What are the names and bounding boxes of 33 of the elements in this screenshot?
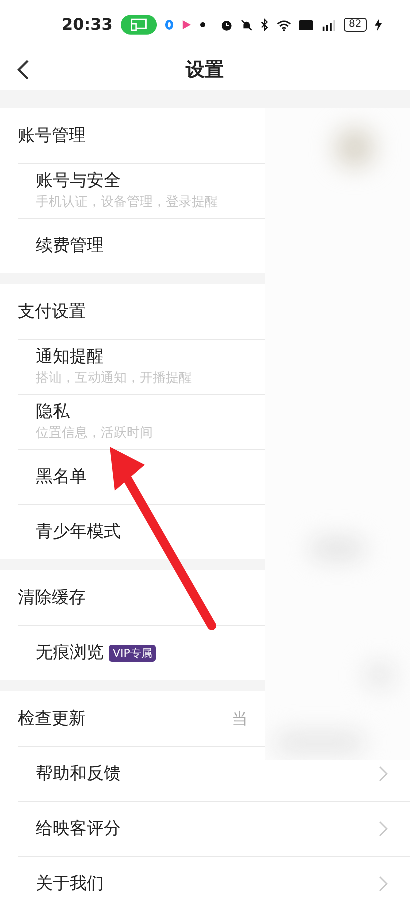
clock-time: 20:33 (62, 14, 113, 36)
wifi-icon (276, 18, 292, 32)
page-title: 设置 (186, 58, 224, 83)
row-subtitle: 搭讪，互动通知，开播提醒 (36, 370, 193, 388)
row-subtitle: 位置信息，活跃时间 (36, 425, 154, 443)
app-icon (164, 19, 174, 31)
charging-icon (374, 18, 382, 32)
version-text: 当 (232, 708, 248, 730)
row-title: 检查更新 (18, 708, 86, 730)
screen-cast-icon (120, 14, 157, 36)
row-title: 关于我们 (36, 873, 104, 895)
row-title: 通知提醒 (36, 346, 104, 368)
row-title: 续费管理 (36, 235, 104, 257)
back-icon[interactable] (16, 59, 30, 81)
hd-icon (299, 20, 314, 30)
vip-badge: VIP专属 (109, 644, 156, 662)
battery-level: 82 (344, 18, 367, 32)
row-title: 青少年模式 (36, 521, 121, 543)
row-title: 账号管理 (18, 124, 86, 146)
bell-off-icon (241, 18, 253, 32)
bluetooth-icon (260, 18, 269, 32)
row-title: 支付设置 (18, 300, 86, 322)
alarm-icon (221, 18, 233, 32)
row-title: 给映客评分 (36, 818, 121, 840)
row-title: 无痕浏览 (36, 642, 104, 664)
play-icon (182, 19, 192, 31)
row-title: 帮助和反馈 (36, 763, 121, 785)
row-title: 清除缓存 (18, 586, 86, 608)
row-title: 隐私 (36, 401, 70, 423)
signal-icon (322, 18, 336, 32)
row-title: 黑名单 (36, 466, 87, 488)
row-title: 账号与安全 (36, 170, 121, 192)
row-subtitle: 手机认证，设备管理，登录提醒 (36, 194, 219, 212)
